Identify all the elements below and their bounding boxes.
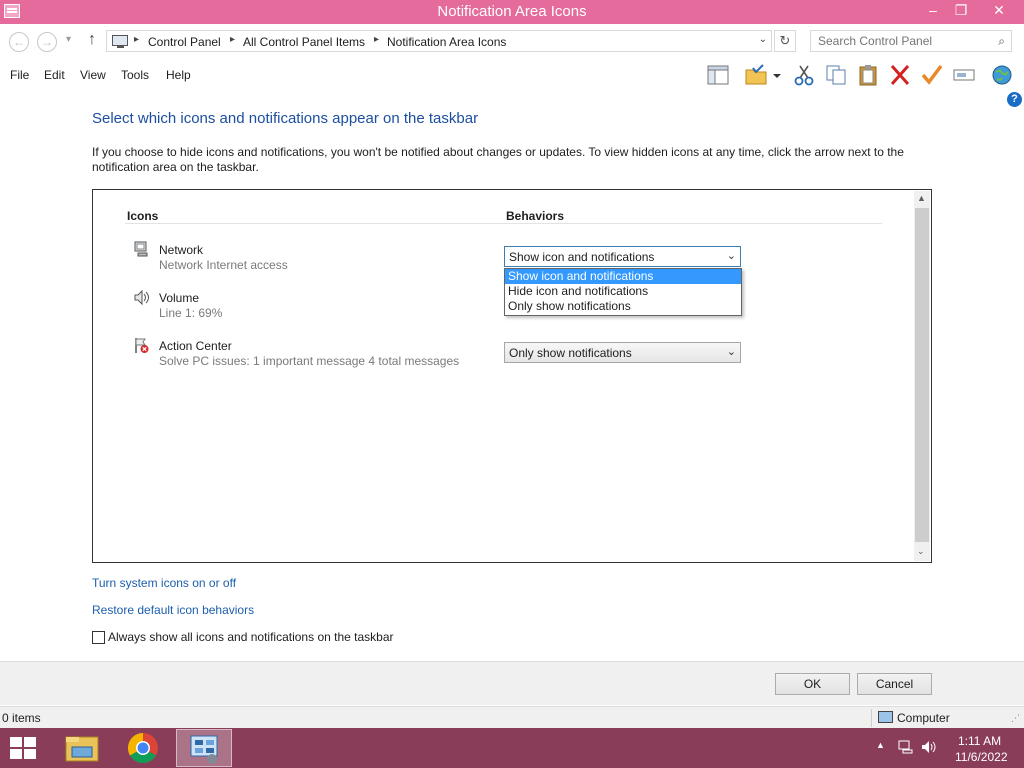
header-divider	[125, 223, 882, 224]
forward-button[interactable]: →	[37, 32, 57, 52]
window-title: Notification Area Icons	[437, 3, 587, 20]
taskbar: ▲ 1:11 AM 11/6/2022	[0, 728, 1024, 768]
minimize-button[interactable]: –	[918, 0, 948, 22]
row-name-action-center: Action Center	[159, 339, 232, 353]
address-row: ← → ▾ ↑ ▸ Control Panel ▸ All Control Pa…	[0, 24, 1024, 60]
layout-icon[interactable]	[706, 64, 730, 86]
page-description: If you choose to hide icons and notifica…	[92, 145, 904, 174]
refresh-button[interactable]: ↻	[774, 30, 796, 52]
chrome-icon[interactable]	[115, 729, 171, 767]
status-bar: 0 items Computer ⋰	[0, 706, 1024, 728]
back-button[interactable]: ←	[9, 32, 29, 52]
status-item-count: 0 items	[2, 711, 41, 725]
address-bar[interactable]: ▸ Control Panel ▸ All Control Panel Item…	[106, 30, 772, 52]
ok-button[interactable]: OK	[775, 673, 850, 695]
always-show-label[interactable]: Always show all icons and notifications …	[108, 630, 394, 644]
properties-folder-icon[interactable]	[744, 64, 768, 86]
chevron-down-icon: ⌄	[726, 250, 736, 262]
search-input[interactable]	[818, 32, 988, 50]
dialog-button-bar: OK Cancel	[0, 661, 1024, 705]
behavior-dropdown-list: Show icon and notifications Hide icon an…	[504, 268, 742, 316]
row-sub-network: Network Internet access	[159, 258, 288, 272]
behavior-select-network[interactable]: Show icon and notifications ⌄	[504, 246, 741, 267]
breadcrumb-separator-icon[interactable]: ▸	[134, 34, 139, 45]
breadcrumb-notification-area-icons[interactable]: Notification Area Icons	[387, 35, 506, 49]
windows-logo-pane	[24, 749, 36, 759]
up-button[interactable]: ↑	[88, 31, 96, 49]
volume-tray-icon[interactable]	[921, 740, 937, 754]
clock-time[interactable]: 1:11 AM	[958, 734, 1001, 748]
file-explorer-icon[interactable]	[54, 729, 110, 767]
icons-list: Icons Behaviors Network Network Internet…	[92, 189, 932, 563]
resize-grip-icon[interactable]: ⋰	[1011, 713, 1020, 724]
computer-icon	[112, 35, 128, 48]
dropdown-option-show-icon-and-notifications[interactable]: Show icon and notifications	[505, 269, 741, 284]
dropdown-option-only-show-notifications[interactable]: Only show notifications	[505, 299, 741, 314]
computer-icon	[878, 711, 893, 723]
title-bar: Notification Area Icons – ❐ ✕	[0, 0, 1024, 24]
menu-help[interactable]: Help	[166, 68, 191, 82]
control-panel-icon	[190, 735, 218, 764]
row-name-network: Network	[159, 243, 204, 257]
menu-edit[interactable]: Edit	[44, 68, 65, 82]
close-button[interactable]: ✕	[984, 0, 1014, 22]
page-title: Select which icons and notifications app…	[92, 110, 479, 127]
row-name-volume: Volume	[159, 291, 200, 305]
menu-view[interactable]: View	[80, 68, 106, 82]
checkmark-icon[interactable]	[920, 64, 944, 86]
rename-icon[interactable]	[952, 64, 976, 86]
behavior-select-action-center[interactable]: Only show notifications ⌄	[504, 342, 741, 363]
scrollbar-thumb[interactable]	[915, 208, 929, 542]
menu-tools[interactable]: Tools	[121, 68, 149, 82]
row-sub-volume: Line 1: 69%	[159, 306, 223, 320]
show-hidden-icons-button[interactable]: ▲	[876, 740, 885, 750]
recent-locations-arrow-icon[interactable]: ▾	[66, 34, 71, 45]
scroll-up-icon[interactable]: ▲	[917, 193, 926, 203]
network-icon	[134, 241, 148, 257]
status-location: Computer	[897, 711, 950, 725]
menu-bar: File Edit View Tools Help	[0, 60, 1024, 90]
properties-dropdown-icon[interactable]	[770, 64, 784, 86]
dropdown-option-hide-icon-and-notifications[interactable]: Hide icon and notifications	[505, 284, 741, 299]
always-show-checkbox[interactable]	[92, 631, 105, 644]
breadcrumb-separator-icon[interactable]: ▸	[374, 34, 379, 45]
start-button[interactable]	[10, 737, 38, 761]
restore-default-behaviors-link[interactable]: Restore default icon behaviors	[92, 603, 254, 617]
breadcrumb-separator-icon[interactable]: ▸	[230, 34, 235, 45]
breadcrumb-control-panel[interactable]: Control Panel	[148, 35, 221, 49]
speaker-icon	[134, 289, 149, 306]
globe-icon[interactable]	[990, 64, 1014, 86]
control-panel-taskbar-button[interactable]	[176, 729, 232, 767]
menu-file[interactable]: File	[10, 68, 29, 82]
search-box[interactable]: ⌕	[810, 30, 1012, 52]
delete-icon[interactable]	[888, 64, 912, 86]
column-header-icons: Icons	[127, 209, 159, 223]
windows-logo-pane	[24, 737, 36, 747]
turn-system-icons-link[interactable]: Turn system icons on or off	[92, 576, 236, 590]
column-header-behaviors: Behaviors	[506, 209, 565, 223]
vertical-scrollbar[interactable]: ▲ ⌄	[914, 191, 930, 561]
status-divider	[871, 709, 872, 727]
breadcrumb-all-items[interactable]: All Control Panel Items	[243, 35, 365, 49]
clock-date[interactable]: 11/6/2022	[955, 750, 1008, 764]
help-button[interactable]: ?	[1007, 92, 1022, 107]
action-center-flag-icon	[135, 338, 149, 353]
cut-icon[interactable]	[792, 64, 816, 86]
row-sub-action-center: Solve PC issues: 1 important message 4 t…	[159, 354, 460, 368]
chevron-down-icon: ⌄	[726, 346, 736, 358]
cancel-button[interactable]: Cancel	[857, 673, 932, 695]
scroll-down-icon[interactable]: ⌄	[917, 546, 925, 557]
windows-logo-pane	[10, 737, 22, 747]
search-icon[interactable]: ⌕	[998, 34, 1005, 49]
address-dropdown-icon[interactable]: ⌄	[759, 34, 767, 45]
restore-button[interactable]: ❐	[946, 0, 976, 22]
paste-icon[interactable]	[856, 64, 880, 86]
copy-icon[interactable]	[824, 64, 848, 86]
network-tray-icon[interactable]	[898, 740, 914, 754]
windows-logo-pane	[10, 749, 22, 759]
